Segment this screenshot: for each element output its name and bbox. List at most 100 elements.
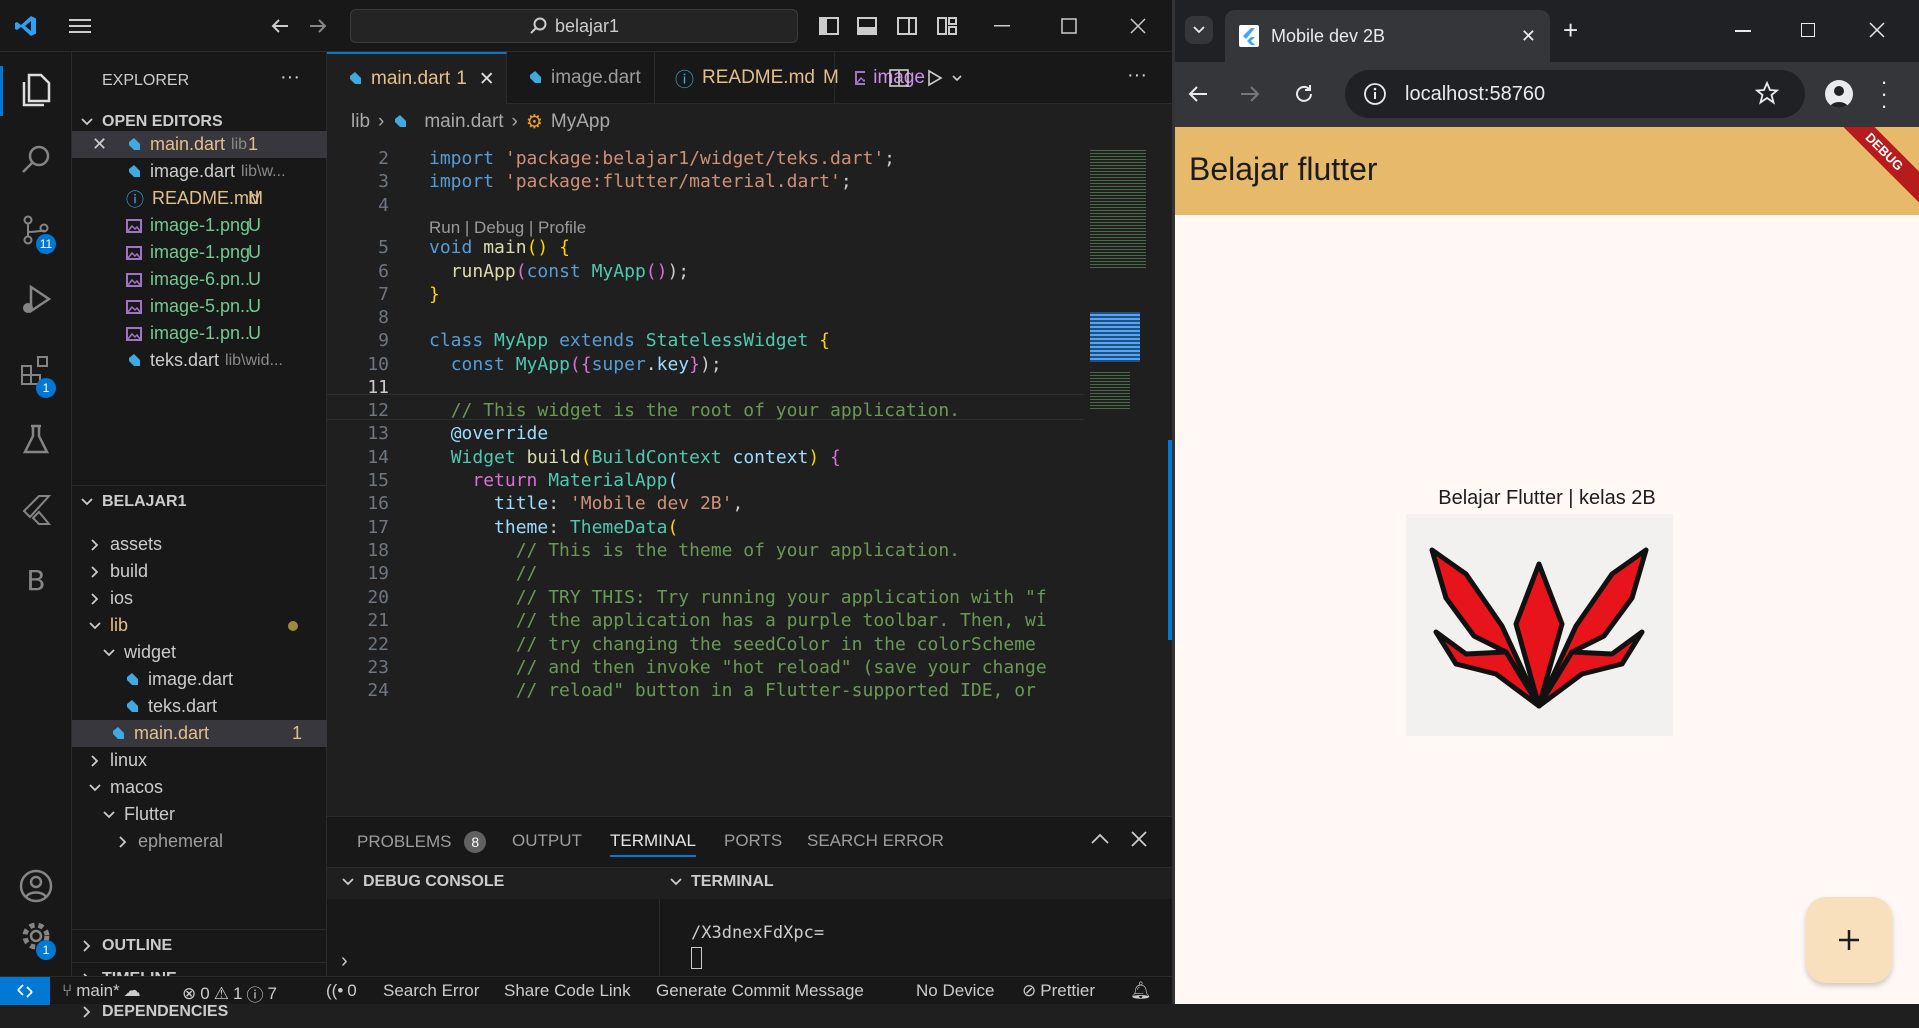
terminal-header[interactable]: TERMINAL <box>667 873 774 891</box>
run-debug-icon[interactable] <box>14 278 58 322</box>
minimap-slider[interactable] <box>1090 312 1140 362</box>
profile-avatar-icon[interactable] <box>1825 80 1853 108</box>
breadcrumb-item[interactable]: main.dart <box>424 111 503 133</box>
close-window-icon[interactable] <box>1124 12 1152 40</box>
tab-ports[interactable]: PORTS <box>724 831 782 851</box>
image-file-icon <box>126 272 142 287</box>
open-editor-item[interactable]: image-6.pn... U <box>72 266 327 293</box>
new-tab-icon[interactable]: + <box>1563 16 1578 44</box>
extensions-icon[interactable]: 1 <box>14 348 58 398</box>
flutter-icon[interactable] <box>14 488 58 532</box>
toggle-panel-icon[interactable] <box>853 12 881 40</box>
tree-folder[interactable]: macos <box>72 774 327 801</box>
prettier-status[interactable]: ⊘ Prettier <box>1022 981 1095 1001</box>
close-window-icon[interactable] <box>1869 22 1885 38</box>
tab-terminal[interactable]: TERMINAL <box>610 831 696 857</box>
forward-arrow-icon[interactable] <box>304 12 332 40</box>
chrome-menu-icon[interactable]: · · · <box>1880 71 1888 117</box>
notifications-bell-icon[interactable]: 🔔︎ <box>1130 981 1152 1001</box>
tree-folder[interactable]: linux <box>72 747 327 774</box>
explorer-icon[interactable] <box>14 68 58 112</box>
open-editor-item[interactable]: image-1.png U <box>72 212 327 239</box>
tree-folder[interactable]: Flutter <box>72 801 327 828</box>
tree-file[interactable]: teks.dart <box>72 693 327 720</box>
more-actions-icon[interactable]: ··· <box>280 66 300 89</box>
browser-tab[interactable]: Mobile dev 2B ✕ <box>1225 10 1550 62</box>
close-editor-icon[interactable]: ✕ <box>92 134 107 155</box>
toggle-secondary-sidebar-icon[interactable] <box>893 12 921 40</box>
tab-output[interactable]: OUTPUT <box>512 831 582 851</box>
close-tab-icon[interactable]: ✕ <box>1521 26 1536 47</box>
tree-folder[interactable]: widget <box>72 639 327 666</box>
remote-icon[interactable] <box>0 977 50 1005</box>
open-editor-item[interactable]: image-1.png U <box>72 239 327 266</box>
breadcrumb-item[interactable]: MyApp <box>551 111 610 133</box>
generate-commit-message[interactable]: Generate Commit Message <box>656 981 864 1001</box>
tree-file[interactable]: image.dart <box>72 666 327 693</box>
forward-arrow-icon[interactable] <box>1239 84 1261 104</box>
problems-indicator[interactable]: ⊗ 0 ⚠ 1 ⓘ 7 <box>182 981 277 1006</box>
codelens-run-debug[interactable]: Run | Debug | Profile <box>429 218 586 238</box>
close-tab-icon[interactable]: ✕ <box>479 68 495 91</box>
branch-indicator[interactable]: ⑂ main* ☁ <box>62 981 141 1001</box>
tree-folder[interactable]: build <box>72 558 327 585</box>
open-editor-item[interactable]: teks.dart lib\wid... <box>72 347 327 374</box>
source-control-icon[interactable]: 11 <box>14 208 58 254</box>
outline-header[interactable]: OUTLINE <box>72 929 327 962</box>
tree-folder[interactable]: ephemeral <box>72 828 327 855</box>
minimize-icon[interactable] <box>1735 30 1751 32</box>
tab-image-dart[interactable]: image.dart <box>507 52 655 104</box>
minimap[interactable] <box>1084 140 1172 816</box>
minimize-icon[interactable] <box>988 12 1016 40</box>
share-code-link[interactable]: Share Code Link <box>504 981 631 1001</box>
tab-main-dart[interactable]: main.dart 1 ✕ <box>327 52 507 104</box>
maximize-icon[interactable] <box>1055 12 1083 40</box>
debug-console-header[interactable]: DEBUG CONSOLE <box>339 873 504 891</box>
b-extension-icon[interactable]: B <box>14 558 58 602</box>
more-actions-icon[interactable]: ··· <box>1127 64 1147 87</box>
breadcrumb-item[interactable]: lib <box>351 111 370 133</box>
search-error-status[interactable]: Search Error <box>383 981 479 1001</box>
customize-layout-icon[interactable] <box>933 12 961 40</box>
tab-problems[interactable]: PROBLEMS 8 <box>357 831 487 853</box>
add-fab-button[interactable] <box>1806 897 1892 983</box>
search-icon[interactable] <box>14 138 58 182</box>
tab-readme[interactable]: ⓘ README.md M <box>655 52 839 104</box>
console-prompt-icon[interactable]: › <box>341 950 348 973</box>
open-editor-item[interactable]: image.dart lib\w... <box>72 158 327 185</box>
menu-icon[interactable] <box>66 12 94 40</box>
open-editor-item[interactable]: image-5.pn... U <box>72 293 327 320</box>
tab-search-error[interactable]: SEARCH ERROR <box>807 831 944 851</box>
site-info-icon[interactable] <box>1363 82 1387 106</box>
tree-folder[interactable]: lib <box>72 612 327 639</box>
accounts-icon[interactable] <box>14 864 58 908</box>
tree-folder[interactable]: ios <box>72 585 327 612</box>
run-debug-dropdown-icon[interactable] <box>925 68 965 88</box>
ports-indicator[interactable]: ((• 0 <box>326 981 357 1001</box>
address-bar[interactable]: localhost:58760 <box>1345 70 1805 118</box>
bookmark-star-icon[interactable] <box>1755 81 1779 105</box>
tree-folder[interactable]: assets <box>72 531 327 558</box>
open-editor-item[interactable]: ⓘ README.md M <box>72 185 327 212</box>
back-arrow-icon[interactable] <box>266 12 294 40</box>
tab-image[interactable]: image <box>835 52 925 104</box>
close-panel-icon[interactable] <box>1131 831 1147 847</box>
tree-file[interactable]: main.dart 1 <box>72 720 327 747</box>
dart-file-icon <box>129 164 140 177</box>
toggle-sidebar-icon[interactable] <box>815 12 843 40</box>
maximize-panel-icon[interactable] <box>1091 833 1109 845</box>
tab-search-icon[interactable] <box>1185 16 1213 44</box>
command-center[interactable]: belajar1 <box>350 9 798 43</box>
reload-icon[interactable] <box>1293 83 1315 105</box>
open-editor-item[interactable]: ✕ main.dart lib 1 <box>72 131 327 158</box>
testing-icon[interactable] <box>14 418 58 462</box>
project-header[interactable]: BELAJAR1 <box>72 485 327 518</box>
terminal-cursor[interactable] <box>691 947 702 969</box>
back-arrow-icon[interactable] <box>1187 84 1209 104</box>
maximize-icon[interactable] <box>1801 23 1815 37</box>
code-editor[interactable]: 2 3 4 5 6 7 8 9 10 11 12 13 14 15 16 17 18 19 20 21 22 23 24 i… <box>327 140 1084 816</box>
device-selector[interactable]: No Device <box>916 981 994 1001</box>
open-editor-item[interactable]: image-1.pn... U <box>72 320 327 347</box>
split-editor-icon[interactable] <box>889 68 909 88</box>
settings-gear-icon[interactable]: 1 <box>14 914 58 960</box>
